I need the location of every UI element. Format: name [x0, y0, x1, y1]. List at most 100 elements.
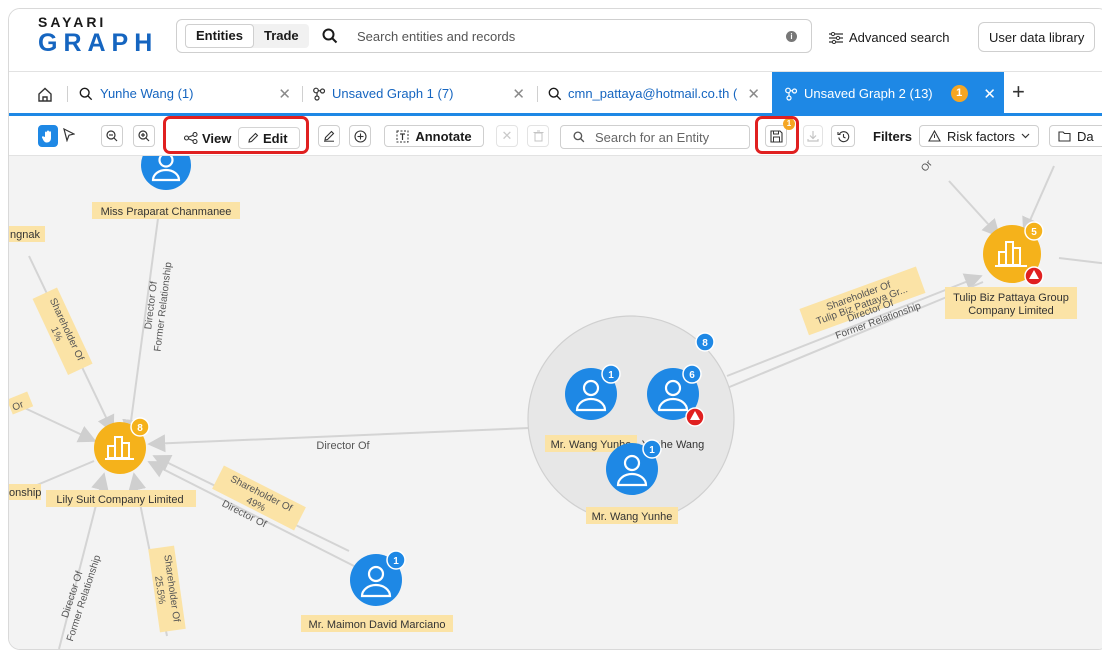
edge-labels: Director Of Shareholder Of Tulip Biz Pat…	[9, 158, 935, 643]
tab-label: Unsaved Graph 2 (13)	[804, 86, 933, 101]
edge[interactable]	[949, 181, 999, 236]
pan-tool-button[interactable]	[38, 125, 58, 147]
node-label: Lily Suit Company Limited	[56, 494, 183, 506]
partial-node-label: onship	[9, 487, 41, 499]
tab-unsaved-graph-2[interactable]: Unsaved Graph 2 (13) 1 ✕	[772, 72, 1004, 115]
app-window: SAYARI GRAPH Entities Trade Search entit…	[8, 8, 1102, 650]
graph-svg[interactable]: 8 Director Of Shareholder Of Tulip Biz P…	[9, 156, 1102, 649]
entity-search-placeholder: Search for an Entity	[595, 130, 709, 145]
advanced-search-label: Advanced search	[849, 30, 949, 45]
advanced-search-button[interactable]: Advanced search	[829, 30, 949, 45]
add-node-button[interactable]	[349, 125, 371, 147]
node-count-text: 1	[608, 370, 614, 381]
risk-factors-label: Risk factors	[947, 129, 1015, 144]
edge[interactable]	[1059, 258, 1102, 264]
node-label: Miss Praparat Chanmanee	[101, 206, 232, 218]
node-person[interactable]	[141, 156, 191, 190]
node-count-text: 6	[689, 370, 695, 381]
tab-unsaved-graph-1[interactable]: Unsaved Graph 1 (7) ✕	[305, 72, 535, 115]
edge-label: Director Of	[316, 440, 370, 452]
data-filter-label: Da	[1077, 129, 1094, 144]
filters-label: Filters	[873, 129, 912, 144]
text-box-icon	[396, 130, 409, 143]
global-search: Entities Trade Search entities and recor…	[176, 19, 812, 53]
graph-canvas[interactable]: 8 Director Of Shareholder Of Tulip Biz P…	[9, 156, 1102, 649]
zoom-in-button[interactable]	[133, 125, 155, 147]
node-count-text: 8	[137, 423, 143, 434]
search-icon	[548, 87, 562, 101]
mode-entities[interactable]: Entities	[185, 24, 254, 48]
close-icon[interactable]: ✕	[512, 85, 525, 103]
edge-label-group: Shareholder Of Tulip Biz Pattaya Gr... D…	[799, 267, 931, 351]
node-label: Tulip Biz Pattaya GroupCompany Limited	[953, 292, 1069, 317]
tab-label: Unsaved Graph 1 (7)	[332, 86, 453, 101]
cursor-icon	[63, 128, 75, 142]
download-icon	[807, 130, 819, 142]
edge-label-group: Shareholder Of 1%	[33, 287, 93, 375]
pen-icon	[323, 130, 335, 142]
node-company[interactable]: 5	[983, 222, 1043, 285]
app-header: SAYARI GRAPH Entities Trade Search entit…	[9, 9, 1102, 71]
node-count-text: 5	[1031, 227, 1037, 238]
edge-label-group: Shareholder Of 25.5%	[148, 546, 185, 633]
cluster-count-text: 8	[702, 338, 708, 349]
close-icon[interactable]: ✕	[278, 85, 291, 103]
graph-icon	[784, 87, 798, 101]
logo-top-text: SAYARI	[38, 15, 158, 29]
search-mode-toggle: Entities Trade	[185, 24, 309, 48]
edge-label-group: Shareholder Of 49% Director Of	[206, 466, 306, 543]
logo-bottom-text: GRAPH	[38, 31, 158, 56]
home-icon[interactable]	[37, 87, 53, 102]
node-person[interactable]: 1	[350, 551, 405, 606]
edge-label-group: Director Of Former Relationship	[54, 550, 104, 643]
entity-search-input[interactable]: Search for an Entity	[560, 125, 750, 149]
risk-factors-dropdown[interactable]: Risk factors	[919, 125, 1039, 147]
close-icon[interactable]: ✕	[747, 85, 760, 103]
search-icon	[573, 131, 585, 143]
highlight-view-edit	[163, 116, 309, 154]
sliders-icon	[829, 32, 843, 44]
remove-button[interactable]: ✕	[496, 125, 518, 147]
node-count-text: 1	[649, 445, 655, 456]
new-tab-button[interactable]: +	[1012, 80, 1025, 104]
folder-icon	[1058, 131, 1071, 142]
select-tool-button[interactable]	[63, 128, 75, 147]
tab-bar: Yunhe Wang (1) ✕ Unsaved Graph 1 (7) ✕ c…	[9, 71, 1102, 115]
warning-icon	[928, 130, 941, 142]
tab-cmn-pattaya[interactable]: cmn_pattaya@hotmail.co.th ( ✕	[540, 72, 768, 115]
mode-trade[interactable]: Trade	[254, 24, 309, 48]
tab-label: cmn_pattaya@hotmail.co.th (	[568, 86, 737, 101]
close-icon[interactable]: ✕	[983, 85, 996, 103]
trash-icon	[533, 130, 544, 142]
search-input[interactable]: Search entities and records	[357, 29, 515, 44]
node-company[interactable]: 8	[94, 418, 149, 474]
history-button[interactable]	[831, 125, 855, 147]
edge-label-group: Director Of Former Relationship	[141, 260, 175, 353]
data-filter-dropdown[interactable]: Da	[1049, 125, 1102, 147]
delete-button[interactable]	[527, 125, 549, 147]
plus-circle-icon	[354, 130, 367, 143]
edge-label: Or	[919, 158, 935, 174]
hand-icon	[42, 130, 54, 143]
annotate-button[interactable]: Annotate	[384, 125, 484, 147]
node-label: Mr. Wang Yunhe	[592, 511, 673, 523]
graph-icon	[312, 87, 326, 101]
tab-yunhe-wang[interactable]: Yunhe Wang (1) ✕	[73, 72, 301, 115]
chevron-down-icon	[1021, 133, 1030, 139]
tab-label: Yunhe Wang (1)	[100, 86, 193, 101]
search-icon	[322, 28, 338, 44]
unsaved-count-badge: 1	[951, 85, 968, 102]
draw-button[interactable]	[318, 125, 340, 147]
download-button[interactable]	[803, 125, 823, 147]
zoom-out-icon	[106, 130, 118, 142]
annotate-label: Annotate	[415, 129, 471, 144]
zoom-out-button[interactable]	[101, 125, 123, 147]
history-icon	[837, 130, 850, 143]
partial-node-label: ngnak	[10, 229, 40, 241]
user-data-library-button[interactable]: User data library	[978, 22, 1095, 52]
node-count-text: 1	[393, 556, 399, 567]
info-icon[interactable]: i	[786, 31, 797, 42]
sayari-graph-logo[interactable]: SAYARI GRAPH	[38, 15, 158, 56]
zoom-in-icon	[138, 130, 150, 142]
graph-toolbar: View Edit Annotate ✕ Search for an Entit…	[9, 116, 1102, 156]
